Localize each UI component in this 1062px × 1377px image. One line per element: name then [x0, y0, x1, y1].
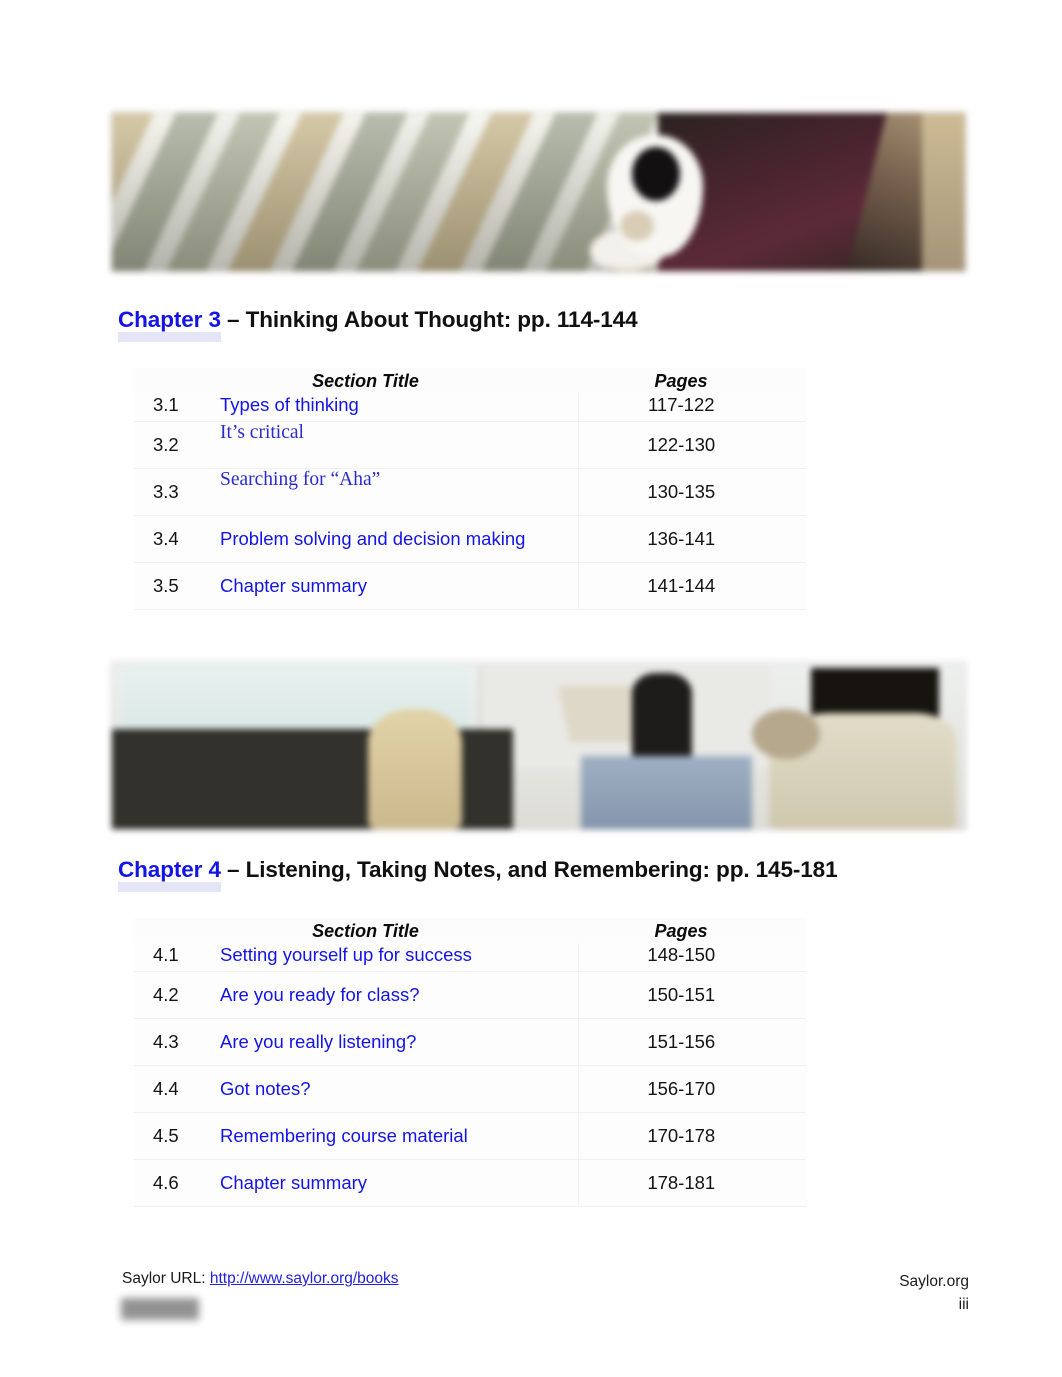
table-row: 4.6 Chapter summary 178-181 [134, 1159, 807, 1207]
chapter-3-banner-image [111, 112, 966, 272]
section-number: 3.3 [134, 468, 218, 516]
section-title-link[interactable]: Chapter summary [218, 1159, 579, 1207]
document-page: Chapter 3 – Thinking About Thought: pp. … [0, 0, 1062, 1377]
table-row: 4.5 Remembering course material 170-178 [134, 1112, 807, 1160]
footer-site-name: Saylor.org [899, 1273, 969, 1290]
section-title-link[interactable]: Are you ready for class? [218, 971, 579, 1019]
table-row: 4.1 Setting yourself up for success 148-… [134, 943, 807, 972]
section-title-link[interactable]: Remembering course material [218, 1112, 579, 1160]
section-number: 4.1 [134, 943, 218, 972]
section-number: 4.3 [134, 1018, 218, 1066]
footer-right-block: Saylor.org iii [899, 1270, 969, 1316]
table-row: 3.2 It’s critical 122-130 [134, 421, 807, 469]
section-pages: 130-135 [577, 468, 807, 516]
table-row: 4.2 Are you ready for class? 150-151 [134, 971, 807, 1019]
section-number: 4.4 [134, 1065, 218, 1113]
section-pages: 150-151 [577, 971, 807, 1019]
section-number: 4.5 [134, 1112, 218, 1160]
section-pages: 156-170 [577, 1065, 807, 1113]
section-pages: 151-156 [577, 1018, 807, 1066]
section-title-link[interactable]: Types of thinking [218, 393, 579, 422]
section-number: 4.2 [134, 971, 218, 1019]
section-pages: 148-150 [577, 943, 807, 972]
section-pages: 136-141 [577, 515, 807, 563]
section-title-link[interactable]: Searching for “Aha” [218, 468, 579, 516]
footer-redaction-block [121, 1298, 199, 1320]
table-row: 3.4 Problem solving and decision making … [134, 515, 807, 563]
banner-dark-region [657, 113, 965, 271]
section-pages: 122-130 [577, 421, 807, 469]
banner-seated-person [367, 709, 462, 829]
section-title-link[interactable]: It’s critical [218, 421, 579, 469]
section-title-link[interactable]: Got notes? [218, 1065, 579, 1113]
footer-url-prefix: Saylor URL: [122, 1270, 210, 1287]
column-header-section-title: Section Title [134, 368, 579, 393]
chapter-4-link[interactable]: Chapter 4 [118, 857, 221, 892]
section-number: 3.5 [134, 562, 218, 610]
table-row: 3.5 Chapter summary 141-144 [134, 562, 807, 610]
table-header-row: Section Title Pages [134, 368, 807, 393]
table-header-row: Section Title Pages [134, 918, 807, 943]
banner-right-person-head [751, 709, 820, 760]
chapter-4-heading: Chapter 4 – Listening, Taking Notes, and… [118, 857, 838, 892]
chapter-3-heading: Chapter 3 – Thinking About Thought: pp. … [118, 307, 638, 342]
section-number: 3.4 [134, 515, 218, 563]
section-pages: 117-122 [577, 393, 807, 422]
section-number: 4.6 [134, 1159, 218, 1207]
banner-standing-figure [632, 672, 693, 766]
banner-laptop [581, 755, 752, 829]
section-title-link[interactable]: Are you really listening? [218, 1018, 579, 1066]
banner-tan-right [922, 113, 965, 271]
chapter-3-section-table: Section Title Pages 3.1 Types of thinkin… [134, 368, 807, 610]
section-pages: 170-178 [577, 1112, 807, 1160]
column-header-pages: Pages [578, 368, 807, 393]
table-row: 4.4 Got notes? 156-170 [134, 1065, 807, 1113]
chapter-3-heading-text: – Thinking About Thought: pp. 114-144 [220, 307, 638, 332]
section-number: 3.1 [134, 393, 218, 422]
chapter-4-banner-image [111, 662, 966, 830]
banner-white-shape [606, 135, 703, 258]
section-number: 3.2 [134, 421, 218, 469]
section-pages: 178-181 [577, 1159, 807, 1207]
section-title-link[interactable]: Chapter summary [218, 562, 579, 610]
chapter-3-link[interactable]: Chapter 3 [118, 307, 221, 342]
footer-page-number: iii [958, 1296, 969, 1313]
table-row: 3.1 Types of thinking 117-122 [134, 393, 807, 422]
column-header-section-title: Section Title [134, 918, 579, 943]
section-pages: 141-144 [577, 562, 807, 610]
table-row: 3.3 Searching for “Aha” 130-135 [134, 468, 807, 516]
section-title-link[interactable]: Setting yourself up for success [218, 943, 579, 972]
footer-url-line: Saylor URL: http://www.saylor.org/books [122, 1270, 399, 1288]
footer-url-link[interactable]: http://www.saylor.org/books [210, 1270, 399, 1287]
chapter-4-section-table: Section Title Pages 4.1 Setting yourself… [134, 918, 807, 1207]
chapter-4-heading-text: – Listening, Taking Notes, and Rememberi… [220, 857, 838, 882]
table-row: 4.3 Are you really listening? 151-156 [134, 1018, 807, 1066]
column-header-pages: Pages [578, 918, 807, 943]
section-title-link[interactable]: Problem solving and decision making [218, 515, 579, 563]
